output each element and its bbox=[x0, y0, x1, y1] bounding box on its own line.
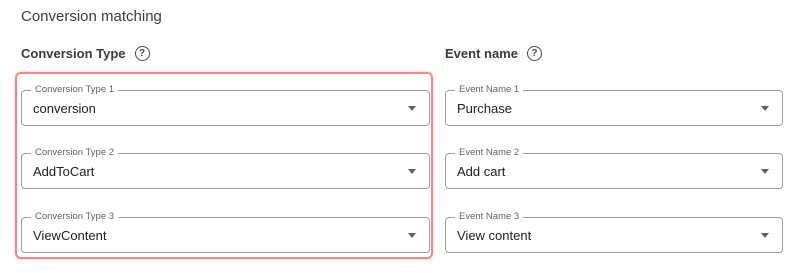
field-label: Event Name 2 bbox=[455, 147, 524, 159]
field-value: AddToCart bbox=[33, 164, 95, 179]
conversion-type-header: Conversion Type ? bbox=[21, 46, 150, 61]
conversion-type-2-select[interactable]: Conversion Type 2 AddToCart bbox=[21, 147, 430, 189]
dropdown-arrow-icon[interactable] bbox=[761, 169, 769, 174]
field-value: conversion bbox=[33, 101, 96, 116]
event-name-2-select[interactable]: Event Name 2 Add cart bbox=[445, 147, 783, 189]
dropdown-arrow-icon[interactable] bbox=[761, 233, 769, 238]
dropdown-arrow-icon[interactable] bbox=[408, 106, 416, 111]
field-value: ViewContent bbox=[33, 228, 107, 243]
dropdown-arrow-icon[interactable] bbox=[408, 169, 416, 174]
section-title: Conversion matching bbox=[21, 8, 162, 25]
field-value: Purchase bbox=[457, 101, 512, 116]
dropdown-arrow-icon[interactable] bbox=[761, 106, 769, 111]
field-label: Conversion Type 1 bbox=[31, 84, 119, 96]
field-label: Conversion Type 2 bbox=[31, 147, 119, 159]
event-name-1-select[interactable]: Event Name 1 Purchase bbox=[445, 84, 783, 126]
event-name-header-label: Event name bbox=[445, 46, 518, 61]
dropdown-arrow-icon[interactable] bbox=[408, 233, 416, 238]
help-icon[interactable]: ? bbox=[134, 46, 150, 61]
conversion-type-3-select[interactable]: Conversion Type 3 ViewContent bbox=[21, 211, 430, 253]
event-name-header: Event name ? bbox=[445, 46, 542, 61]
field-value: Add cart bbox=[457, 164, 506, 179]
field-label: Conversion Type 3 bbox=[31, 211, 119, 223]
field-value: View content bbox=[457, 228, 532, 243]
conversion-type-header-label: Conversion Type bbox=[21, 46, 126, 61]
help-icon[interactable]: ? bbox=[526, 46, 542, 61]
event-name-3-select[interactable]: Event Name 3 View content bbox=[445, 211, 783, 253]
field-label: Event Name 1 bbox=[455, 84, 524, 96]
conversion-type-1-select[interactable]: Conversion Type 1 conversion bbox=[21, 84, 430, 126]
field-label: Event Name 3 bbox=[455, 211, 524, 223]
